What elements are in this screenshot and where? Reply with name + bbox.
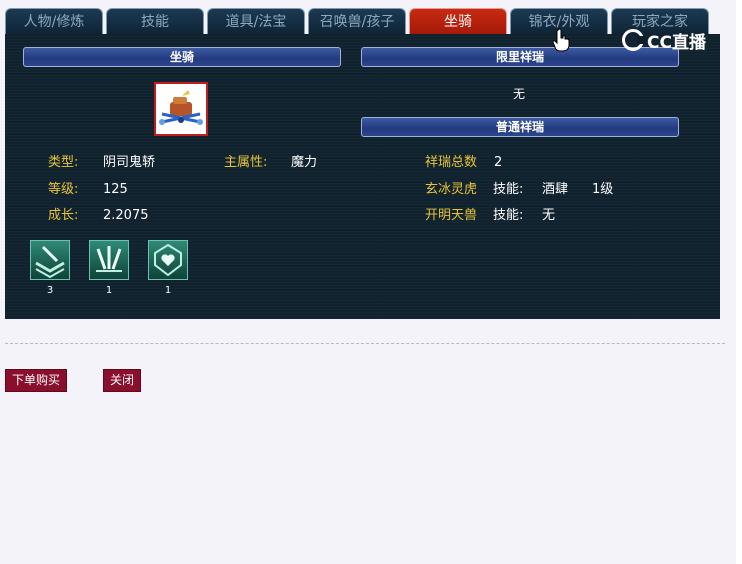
normal-xiangrui-header: 普通祥瑞	[361, 117, 679, 137]
limited-xiangrui-value: 无	[513, 87, 526, 101]
close-button[interactable]: 关闭	[103, 369, 141, 392]
mount-panel: 坐骑 限里祥瑞 无 普通祥瑞 类型: 阴司鬼轿 主属性: 魔力 等级: 125 …	[5, 34, 720, 319]
heart-shield-icon	[154, 243, 182, 277]
type-label: 类型:	[48, 155, 79, 170]
level-label: 等级:	[48, 182, 79, 197]
tab-items[interactable]: 道具/法宝	[207, 8, 305, 34]
skill-count: 1	[105, 285, 113, 296]
scrollbar[interactable]	[736, 0, 742, 564]
xiangrui-total-label: 祥瑞总数	[425, 155, 478, 170]
mount-sedan-icon	[159, 90, 203, 125]
xiangrui-item-skill-label: 技能:	[493, 182, 524, 197]
xiangrui-item-skill-value: 无	[542, 208, 556, 223]
section-divider	[5, 343, 725, 344]
watermark-text: CC直播	[647, 32, 706, 53]
chevron-blade-icon	[35, 245, 65, 279]
growth-value: 2.2075	[103, 208, 149, 223]
mount-skill-3-icon[interactable]	[148, 240, 188, 280]
tab-summons[interactable]: 召唤兽/孩子	[308, 8, 406, 34]
xiangrui-item-name: 开明天兽	[425, 208, 478, 223]
main-attr-label: 主属性:	[224, 155, 268, 170]
mount-header: 坐骑	[23, 47, 341, 67]
tab-mount[interactable]: 坐骑	[409, 8, 507, 34]
hand-cursor-icon	[552, 28, 570, 52]
tab-skills[interactable]: 技能	[106, 8, 204, 34]
growth-label: 成长:	[48, 208, 79, 223]
type-value: 阴司鬼轿	[103, 155, 156, 170]
triple-fang-icon	[96, 246, 122, 272]
mount-image[interactable]	[154, 82, 208, 136]
xiangrui-item-name: 玄冰灵虎	[425, 182, 478, 197]
skill-count: 3	[46, 285, 54, 296]
mount-skill-2-icon[interactable]	[89, 240, 129, 280]
cc-live-watermark: CC直播	[622, 28, 706, 53]
xiangrui-item-skill-label: 技能:	[493, 208, 524, 223]
main-attr-value: 魔力	[291, 155, 318, 170]
level-value: 125	[103, 182, 128, 197]
tab-character[interactable]: 人物/修炼	[5, 8, 103, 34]
mount-skill-1-icon[interactable]	[30, 240, 70, 280]
xiangrui-total-value: 2	[494, 155, 503, 170]
xiangrui-item-skill-value: 酒肆	[542, 182, 569, 197]
xiangrui-item-level: 1级	[592, 182, 614, 197]
order-buy-button[interactable]: 下单购买	[5, 369, 67, 392]
skill-count: 1	[164, 285, 172, 296]
cc-logo-icon	[622, 29, 645, 51]
